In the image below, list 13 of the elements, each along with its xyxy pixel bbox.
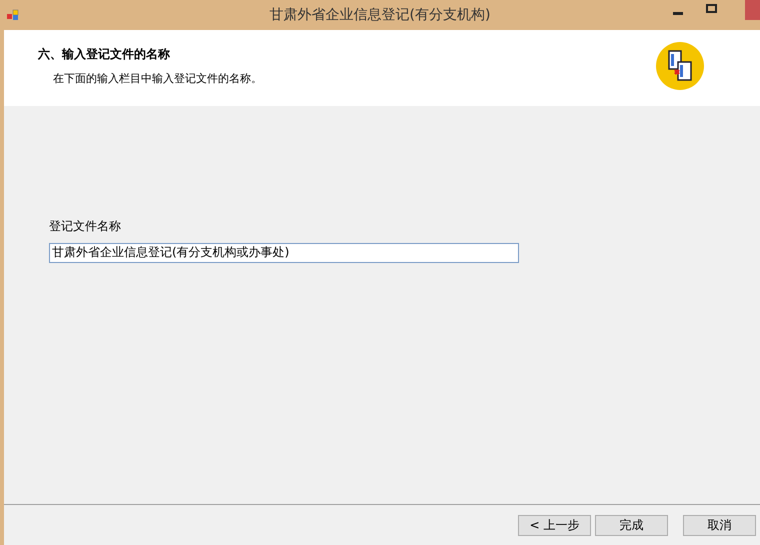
step-title: 六、输入登记文件的名称: [38, 46, 171, 63]
step-description: 在下面的输入栏目中输入登记文件的名称。: [53, 71, 262, 86]
app-icon: [7, 9, 19, 21]
window-title: 甘肃外省企业信息登记(有分支机构): [270, 6, 490, 24]
maximize-icon[interactable]: [706, 4, 717, 13]
minimize-icon[interactable]: [673, 12, 683, 15]
close-button[interactable]: [745, 0, 760, 20]
documents-icon: [655, 41, 705, 91]
wizard-button[interactable]: 完成: [595, 514, 668, 536]
wizard-button[interactable]: < 上一步: [518, 514, 591, 536]
input-field[interactable]: 甘肃外省企业信息登记(有分支机构或办事处): [49, 242, 519, 262]
wizard-button[interactable]: 取消: [683, 514, 756, 536]
field-label: 登记文件名称: [49, 218, 122, 235]
